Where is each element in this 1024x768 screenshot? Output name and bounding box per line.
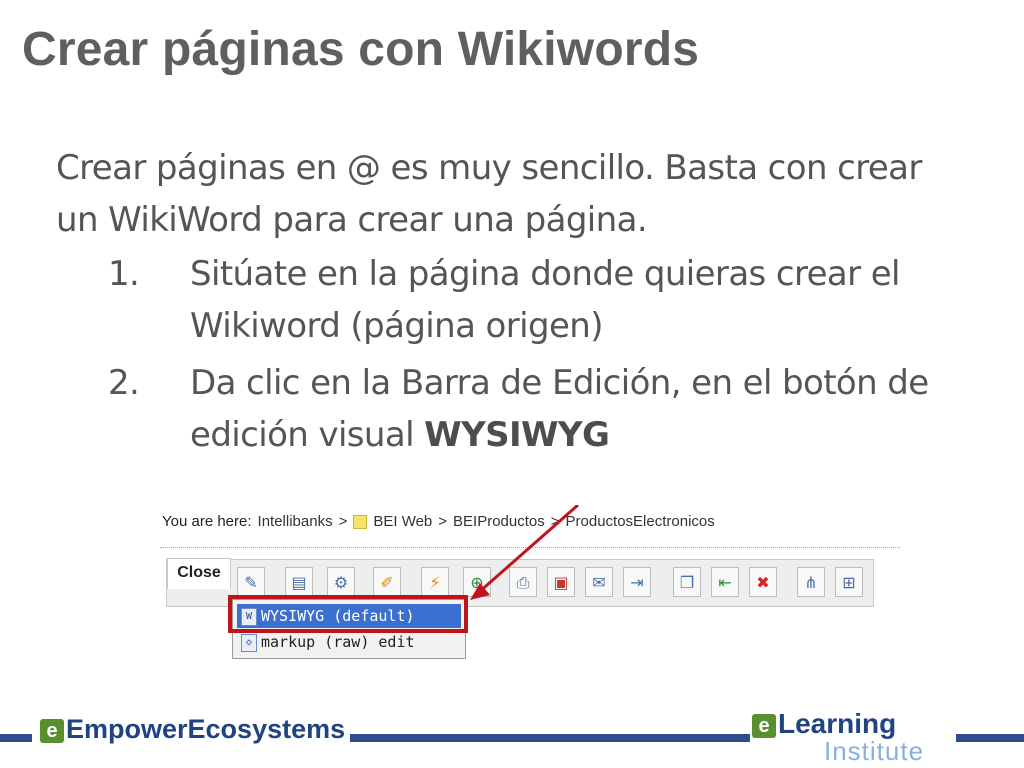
pointer-arrow bbox=[470, 505, 579, 600]
elearning-logo: e Learning Institute bbox=[752, 708, 923, 766]
logo-e-mark: e bbox=[752, 714, 776, 738]
intro-paragraph: Crear páginas en @ es muy sencillo. Bast… bbox=[56, 148, 922, 240]
step-number: 2. bbox=[108, 363, 140, 403]
logo-word: Empower bbox=[66, 714, 188, 744]
logo-word: Ecosystems bbox=[187, 714, 346, 744]
logo-word: Institute bbox=[824, 736, 925, 766]
footer-bar bbox=[956, 734, 1024, 742]
embedded-screenshot: You are here: Intellibanks > BEI Web > B… bbox=[160, 505, 900, 665]
step-number: 1. bbox=[108, 254, 140, 294]
step-text: Da clic en la Barra de Edición, en el bo… bbox=[190, 357, 950, 461]
logo-word: Learning bbox=[778, 708, 897, 739]
step-text-bold: WYSIWYG bbox=[424, 415, 610, 455]
footer: e EmpowerEcosystems e Learning Institute bbox=[0, 706, 1024, 766]
footer-bar bbox=[0, 734, 32, 742]
footer-bar bbox=[350, 734, 750, 742]
step-text: Sitúate en la página donde quieras crear… bbox=[190, 254, 901, 346]
logo-e-mark: e bbox=[40, 719, 64, 743]
slide-title: Crear páginas con Wikiwords bbox=[22, 23, 700, 76]
eempower-logo: e EmpowerEcosystems bbox=[40, 714, 345, 745]
